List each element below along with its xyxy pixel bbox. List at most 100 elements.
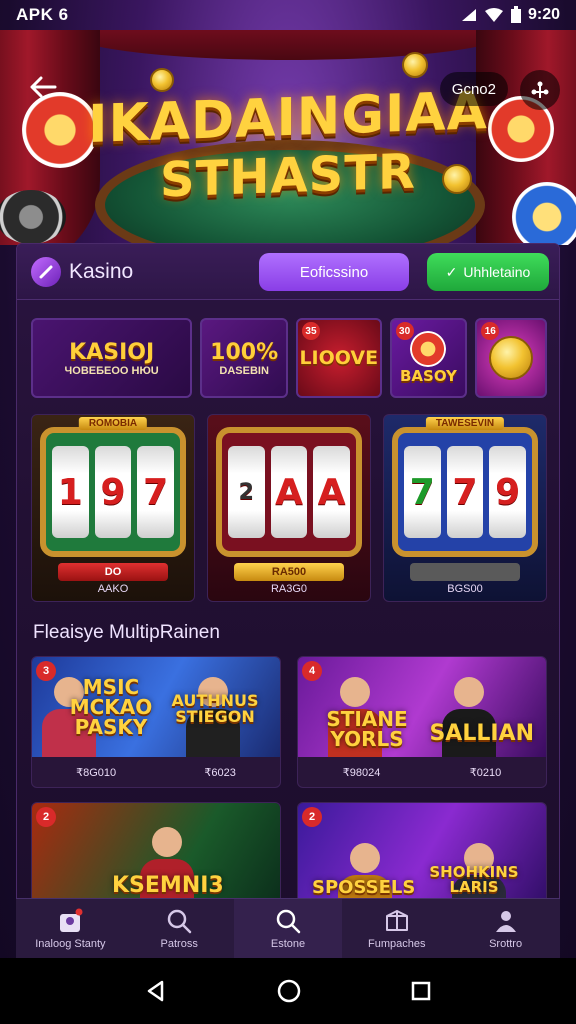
check-icon: ✓ — [445, 263, 458, 280]
game-title: SPOSSELS — [312, 877, 416, 898]
game-rank-badge: 2 — [36, 807, 56, 827]
search-icon — [276, 909, 301, 933]
system-recents-icon[interactable] — [410, 980, 432, 1002]
purple-action-button[interactable]: Eoficssino — [259, 253, 409, 291]
promo-tile[interactable]: 30 BASOY — [389, 318, 468, 398]
game-stat: ₹0210 — [469, 766, 502, 779]
nav-item-home[interactable]: Inaloog Stanty — [16, 899, 125, 958]
promo-tile[interactable]: 16 — [475, 318, 547, 398]
slot-card[interactable]: 1 9 7 ROMOBIA DO AAKO — [31, 414, 195, 602]
brand-logo-icon — [31, 256, 61, 287]
slot-banner: ROMOBIA — [78, 417, 148, 430]
curtain-valance — [60, 30, 516, 60]
slot-caption: RA3G0 — [270, 583, 308, 595]
slot-reel: A — [270, 446, 308, 538]
slot-bet-bar: DO — [58, 563, 168, 581]
app-screen: APK 6 9:20 IKADAINGIAA STHASTR Gcno2 Kas… — [0, 0, 576, 1024]
game-art: 3 MSIC MCKAO PASKY AUTHNUS STIEGON — [32, 657, 280, 757]
main-panel: Kasino Eoficssino ✓ Uhhletaino KASIOJ ЧО… — [16, 243, 560, 958]
slot-row: 1 9 7 ROMOBIA DO AAKO 2 A A RA500 RA3G0 — [31, 414, 547, 602]
nav-label: Srottro — [489, 937, 523, 950]
promo-tile-title: BASOY — [399, 367, 457, 385]
game-rank-badge: 2 — [302, 807, 322, 827]
share-icon — [531, 81, 549, 98]
slot-bet-bar: RA500 — [234, 563, 344, 581]
green-action-button[interactable]: ✓ Uhhletaino — [427, 253, 549, 291]
coin-icon — [402, 52, 428, 78]
game-icon — [60, 908, 83, 932]
nav-label: Fumpaches — [368, 937, 426, 950]
game-meta: ₹8G010 ₹6023 — [32, 757, 280, 787]
game-card[interactable]: 4 STIANE YORLS SALLIAN ₹98024 ₹0210 — [297, 656, 547, 788]
promo-tile[interactable]: KASIOJ ЧОВЕБЕОО НЮU — [31, 318, 193, 398]
slot-machine: 2 A A — [216, 427, 362, 557]
slot-card[interactable]: 7 7 9 TAWESEVIN BGS00 — [383, 414, 547, 602]
promo-badge: 30 — [395, 322, 414, 340]
signal-icon — [461, 9, 476, 21]
nav-item-srottro[interactable]: Srottro — [451, 899, 560, 958]
share-button[interactable] — [520, 70, 560, 110]
nav-label: Estone — [270, 937, 306, 950]
game-stat: ₹98024 — [342, 766, 381, 779]
slot-reel: 9 — [94, 446, 132, 538]
promo-badge: 16 — [481, 322, 500, 340]
search-icon — [167, 909, 192, 933]
game-card[interactable]: 3 MSIC MCKAO PASKY AUTHNUS STIEGON ₹8G01… — [31, 656, 281, 788]
status-time: 9:20 — [527, 6, 560, 23]
slot-reel: 7 — [404, 446, 441, 538]
promo-tile[interactable]: 35 LIOOVE — [295, 318, 382, 398]
promo-tile[interactable]: 100% DASEBIN — [200, 318, 288, 398]
back-arrow-icon — [30, 76, 57, 98]
slot-bet-bar — [410, 563, 520, 581]
wifi-icon — [484, 8, 503, 22]
nav-item-fumpaches[interactable]: Fumpaches — [342, 899, 451, 958]
status-icons: 9:20 — [460, 6, 560, 24]
nav-item-estone[interactable]: Estone — [233, 899, 343, 958]
promo-tile-title: KASIOJ — [69, 339, 155, 365]
game-title: KSEMNI3 — [112, 873, 224, 898]
slot-card[interactable]: 2 A A RA500 RA3G0 — [207, 414, 371, 602]
slot-caption: AAKO — [97, 583, 129, 595]
roulette-icon — [410, 331, 447, 367]
slot-reel: 9 — [489, 446, 527, 538]
status-app-label: APK 6 — [16, 5, 69, 24]
game-subtitle: AUTHNUS STIEGON — [171, 691, 259, 726]
system-home-icon[interactable] — [276, 978, 302, 1004]
nav-item-patross[interactable]: Patross — [125, 899, 234, 958]
slot-machine: 7 7 9 — [392, 427, 538, 557]
bottom-nav: Inaloog Stanty Patross Estone Fumpaches … — [16, 898, 560, 958]
slot-reel: A — [313, 446, 351, 538]
promo-tile-subtitle: DASEBIN — [219, 364, 269, 377]
panel-header: Kasino Eoficssino ✓ Uhhletaino — [17, 244, 559, 300]
battery-icon — [510, 6, 521, 23]
game-art: 4 STIANE YORLS SALLIAN — [298, 657, 546, 757]
header-pill-button[interactable]: Gcno2 — [439, 72, 508, 106]
status-bar: APK 6 9:20 — [0, 0, 576, 30]
back-button[interactable] — [26, 70, 60, 104]
system-back-icon[interactable] — [144, 979, 168, 1003]
game-title: STIANE YORLS — [326, 707, 408, 751]
promo-row: KASIOJ ЧОВЕБЕОО НЮU 100% DASEBIN 35 LIOO… — [31, 318, 547, 398]
promo-tile-subtitle: ЧОВЕБЕОО НЮU — [64, 364, 159, 377]
brand-name: Kasino — [69, 259, 134, 283]
promo-tile-title: LIOOVE — [299, 347, 379, 369]
game-rank-badge: 4 — [302, 661, 322, 681]
hero-banner: IKADAINGIAA STHASTR Gcno2 — [0, 30, 576, 245]
game-subtitle: SHOHKINS LARIS — [429, 863, 519, 896]
green-action-label: Uhhletaino — [463, 264, 531, 280]
slot-reel: 2 — [228, 446, 265, 538]
slot-reel: 7 — [446, 446, 484, 538]
nav-label: Inaloog Stanty — [35, 937, 106, 950]
user-icon — [495, 910, 516, 932]
slot-reel: 7 — [137, 446, 175, 538]
box-icon — [385, 909, 408, 931]
slot-machine: 1 9 7 — [40, 427, 186, 557]
slot-reel: 1 — [52, 446, 89, 538]
section-title: Fleaisye MultipRainen — [33, 622, 220, 643]
nav-label: Patross — [160, 937, 198, 950]
promo-badge: 35 — [301, 322, 320, 340]
system-nav-bar — [0, 958, 576, 1024]
slot-banner: TAWESEVIN — [425, 417, 505, 430]
coin-icon — [489, 336, 534, 380]
game-title: MSIC MCKAO PASKY — [69, 675, 153, 739]
